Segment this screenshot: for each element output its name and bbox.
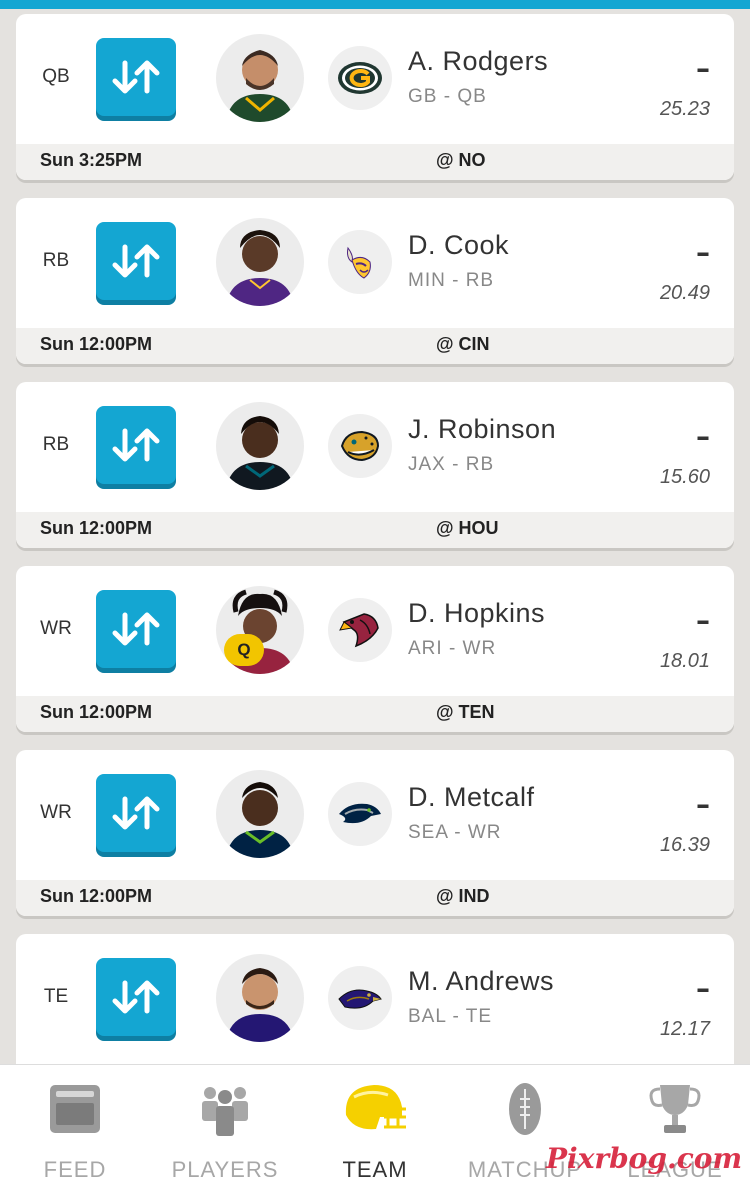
actual-points: – — [696, 236, 710, 269]
top-accent-bar — [0, 0, 750, 9]
swap-arrows-icon — [112, 244, 160, 278]
tab-feed[interactable]: FEED — [0, 1065, 150, 1192]
game-info-bar: Sun 12:00PM @ IND — [16, 880, 734, 916]
game-info-bar: Sun 12:00PM @ CIN — [16, 328, 734, 364]
game-time: Sun 12:00PM — [40, 886, 153, 906]
player-team-position: BAL - TE — [408, 1006, 493, 1027]
opponent: @ IND — [436, 886, 490, 906]
swap-arrows-icon — [112, 980, 160, 1014]
opponent: @ HOU — [436, 518, 499, 538]
swap-arrows-icon — [112, 428, 160, 462]
projected-points: 15.60 — [659, 466, 710, 488]
swap-player-button[interactable] — [96, 222, 176, 300]
tab-label: PLAYERS — [171, 1157, 279, 1182]
swap-arrows-icon — [112, 60, 160, 94]
player-team-position: MIN - RB — [408, 270, 495, 291]
opponent: @ TEN — [436, 702, 495, 722]
trophy-icon — [649, 1085, 701, 1133]
actual-points: – — [696, 604, 710, 637]
helmet-icon — [345, 1085, 406, 1130]
roster-slot-label: TE — [43, 986, 69, 1007]
actual-points: – — [696, 420, 710, 453]
player-team-position: SEA - WR — [408, 822, 502, 843]
game-time: Sun 12:00PM — [40, 518, 153, 538]
player-name[interactable]: A. Rodgers — [408, 46, 548, 77]
roster-slot-label: RB — [42, 434, 70, 455]
projected-points: 20.49 — [659, 282, 710, 304]
swap-arrows-icon — [112, 612, 160, 646]
game-time: Sun 12:00PM — [40, 702, 153, 722]
tab-players[interactable]: PLAYERS — [150, 1065, 300, 1192]
swap-player-button[interactable] — [96, 774, 176, 852]
actual-points: – — [696, 972, 710, 1005]
football-icon — [509, 1083, 541, 1135]
player-team-position: JAX - RB — [408, 454, 495, 475]
roster-card[interactable]: RB D. Cook MIN - RB – 20.49 Sun 12:00PM … — [16, 198, 734, 364]
player-name[interactable]: D. Metcalf — [408, 782, 535, 813]
roster-slot-label: WR — [40, 618, 72, 639]
player-team-position: GB - QB — [408, 86, 487, 107]
projected-points: 25.23 — [659, 98, 710, 120]
swap-player-button[interactable] — [96, 958, 176, 1036]
player-name[interactable]: M. Andrews — [408, 966, 554, 997]
swap-player-button[interactable] — [96, 590, 176, 668]
game-time: Sun 12:00PM — [40, 334, 153, 354]
swap-player-button[interactable] — [96, 38, 176, 116]
player-avatar[interactable] — [216, 954, 304, 1042]
team-logo-sea — [328, 782, 392, 846]
roster-slot-label: WR — [40, 802, 72, 823]
player-avatar[interactable] — [216, 34, 304, 122]
player-avatar[interactable] — [216, 402, 304, 490]
roster-card[interactable]: RB J. Robinson JAX - RB – 15.60 Sun 12:0… — [16, 382, 734, 548]
team-logo-jax — [328, 414, 392, 478]
swap-player-button[interactable] — [96, 406, 176, 484]
opponent: @ NO — [436, 150, 486, 170]
feed-icon — [50, 1085, 100, 1133]
player-name[interactable]: D. Cook — [408, 230, 509, 261]
game-time: Sun 3:25PM — [40, 150, 143, 170]
team-logo-gb — [328, 46, 392, 110]
players-icon — [202, 1087, 248, 1136]
swap-arrows-icon — [112, 796, 160, 830]
player-team-position: ARI - WR — [408, 638, 497, 659]
game-info-bar: Sun 3:25PM @ NO — [16, 144, 734, 180]
actual-points: – — [696, 788, 710, 821]
actual-points: – — [696, 52, 710, 85]
roster-card[interactable]: WR D. Hopkins ARI - WR – 18.01 Sun 12:00… — [16, 566, 734, 732]
projected-points: 16.39 — [659, 834, 710, 856]
roster-slot-label: RB — [42, 250, 70, 271]
player-avatar[interactable] — [216, 218, 304, 306]
watermark: Pixrbog.com — [546, 1142, 743, 1175]
opponent: @ CIN — [436, 334, 490, 354]
tab-label: TEAM — [342, 1157, 408, 1182]
player-avatar[interactable] — [216, 770, 304, 858]
player-name[interactable]: J. Robinson — [408, 414, 556, 445]
projected-points: 18.01 — [659, 650, 710, 672]
team-logo-bal — [328, 966, 392, 1030]
roster-card[interactable]: QB A. Rodgers GB - QB – 25.23 Sun 3:25PM… — [16, 14, 734, 180]
projected-points: 12.17 — [659, 1018, 710, 1040]
team-logo-min — [328, 230, 392, 294]
injury-status-badge: Q — [224, 634, 264, 666]
tab-team[interactable]: TEAM — [300, 1065, 450, 1192]
team-logo-ari — [328, 598, 392, 662]
game-info-bar: Sun 12:00PM @ TEN — [16, 696, 734, 732]
roster-slot-label: QB — [42, 66, 70, 87]
player-name[interactable]: D. Hopkins — [408, 598, 545, 629]
tab-label: FEED — [43, 1157, 107, 1182]
roster-card[interactable]: WR D. Metcalf SEA - WR – 16.39 Sun 12:00… — [16, 750, 734, 916]
game-info-bar: Sun 12:00PM @ HOU — [16, 512, 734, 548]
